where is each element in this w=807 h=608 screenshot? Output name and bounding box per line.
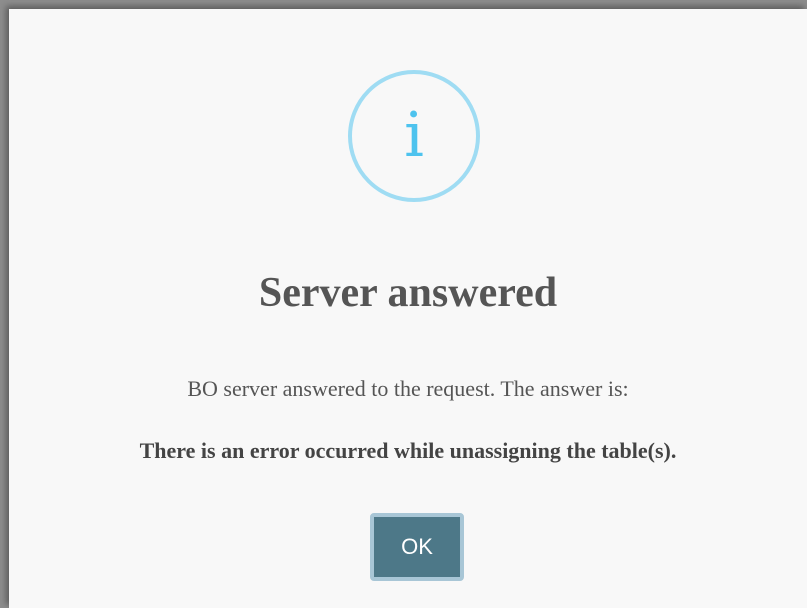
dialog-title: Server answered (258, 270, 558, 316)
info-icon-glyph: i (404, 98, 424, 171)
info-icon: i (348, 70, 480, 202)
dialog-message: BO server answered to the request. The a… (187, 376, 629, 401)
dialog-error-text: There is an error occurred while unassig… (139, 438, 677, 463)
ok-button[interactable]: OK (370, 513, 464, 581)
server-answer-dialog: i Server answered BO server answered to … (9, 9, 807, 608)
